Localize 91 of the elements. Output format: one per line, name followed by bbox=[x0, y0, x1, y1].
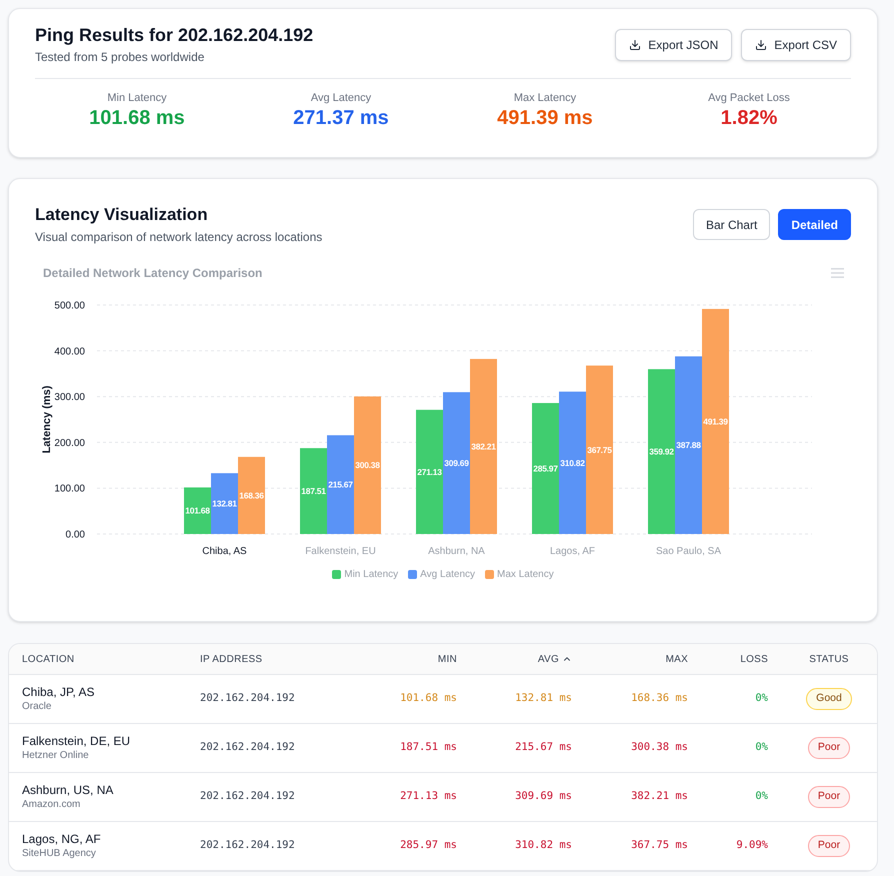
data-label: 387.88 bbox=[676, 440, 701, 450]
axis-tick-label: 100.00 bbox=[54, 484, 85, 495]
axis-tick-label: 200.00 bbox=[54, 438, 85, 449]
axis-tick-label: 300.00 bbox=[54, 392, 85, 404]
download-icon bbox=[629, 39, 642, 51]
stat-value: 1.82% bbox=[720, 106, 778, 131]
chart-title: Detailed Network Latency Comparison bbox=[43, 265, 262, 282]
status-badge: Poor bbox=[808, 786, 850, 808]
data-label: 132.81 bbox=[212, 498, 237, 509]
ip-address: 202.162.204.192 bbox=[200, 789, 295, 804]
bar bbox=[211, 473, 238, 534]
status-badge: Poor bbox=[808, 835, 850, 857]
category-label: Ashburn, NA bbox=[428, 546, 485, 557]
data-label: 168.36 bbox=[239, 490, 264, 500]
provider-name: Oracle bbox=[22, 700, 52, 713]
location-name: Chiba, JP, AS bbox=[22, 685, 96, 700]
data-label: 285.97 bbox=[533, 464, 558, 474]
card-subtitle: Visual comparison of network latency across locations bbox=[35, 229, 322, 245]
data-label: 187.51 bbox=[301, 486, 326, 496]
data-label: 382.21 bbox=[471, 441, 496, 452]
download-icon bbox=[755, 39, 768, 51]
menu-icon[interactable] bbox=[831, 268, 844, 278]
view-toggle-button[interactable]: Detailed bbox=[778, 209, 851, 240]
column-header[interactable]: MIN bbox=[438, 652, 457, 666]
bar bbox=[184, 487, 211, 534]
data-label: 310.82 bbox=[560, 458, 585, 468]
data-label: 491.39 bbox=[703, 416, 728, 426]
view-toggle-button[interactable]: Bar Chart bbox=[692, 209, 770, 240]
column-header[interactable]: IP ADDRESS bbox=[200, 652, 262, 666]
latency-value: 309.69 ms bbox=[515, 789, 572, 804]
legend-label: Min Latency bbox=[344, 568, 398, 582]
latency-value: 187.51 ms bbox=[400, 740, 457, 756]
column-header[interactable]: MAX bbox=[666, 652, 688, 666]
ip-address: 202.162.204.192 bbox=[200, 740, 295, 756]
category-label: Falkenstein, EU bbox=[305, 546, 376, 557]
packet-loss-value: 0% bbox=[755, 789, 768, 804]
data-label: 309.69 bbox=[444, 458, 469, 468]
packet-loss-value: 9.09% bbox=[736, 838, 768, 854]
axis-tick-label: 500.00 bbox=[54, 300, 85, 312]
stat-value: 271.37 ms bbox=[293, 106, 389, 131]
provider-name: SiteHUB Agency bbox=[22, 847, 97, 860]
latency-value: 382.21 ms bbox=[631, 789, 688, 804]
provider-name: Hetzner Online bbox=[22, 749, 90, 762]
card-subtitle: Tested from 5 probes worldwide bbox=[35, 49, 206, 65]
latency-value: 168.36 ms bbox=[631, 691, 688, 706]
export-button[interactable]: Export CSV bbox=[741, 29, 851, 61]
column-header[interactable]: LOCATION bbox=[22, 652, 74, 666]
legend-label: Max Latency bbox=[497, 568, 554, 582]
card-title: Latency Visualization bbox=[35, 204, 209, 226]
axis-tick-label: 400.00 bbox=[54, 346, 85, 358]
column-header[interactable]: LOSS bbox=[740, 652, 768, 666]
ip-address: 202.162.204.192 bbox=[200, 691, 295, 706]
status-badge: Poor bbox=[808, 737, 850, 759]
stat-label: Avg Packet Loss bbox=[708, 91, 790, 105]
column-header[interactable]: STATUS bbox=[809, 652, 849, 666]
category-label: Sao Paulo, SA bbox=[656, 546, 722, 557]
ip-address: 202.162.204.192 bbox=[200, 838, 295, 854]
latency-value: 215.67 ms bbox=[515, 740, 572, 756]
data-label: 359.92 bbox=[649, 446, 674, 457]
stat-value: 491.39 ms bbox=[497, 106, 593, 131]
stat-value: 101.68 ms bbox=[89, 106, 185, 131]
latency-value: 310.82 ms bbox=[515, 838, 572, 854]
latency-value: 132.81 ms bbox=[515, 691, 572, 706]
latency-value: 101.68 ms bbox=[400, 691, 457, 706]
latency-value: 367.75 ms bbox=[631, 838, 688, 854]
data-label: 271.13 bbox=[417, 466, 442, 477]
data-label: 300.38 bbox=[355, 460, 380, 470]
provider-name: Amazon.com bbox=[22, 798, 82, 811]
location-name: Ashburn, US, NA bbox=[22, 783, 114, 798]
card-title: Ping Results for 202.162.204.192 bbox=[35, 24, 314, 47]
column-header[interactable]: AVG bbox=[538, 652, 572, 666]
legend-label: Avg Latency bbox=[420, 568, 476, 582]
category-label: Chiba, AS bbox=[202, 546, 247, 557]
axis-tick-label: 0.00 bbox=[66, 530, 85, 540]
stat-label: Max Latency bbox=[514, 91, 576, 105]
packet-loss-value: 0% bbox=[755, 691, 768, 706]
category-label: Lagos, AF bbox=[550, 546, 596, 557]
data-label: 367.75 bbox=[587, 444, 612, 455]
stat-label: Avg Latency bbox=[310, 91, 372, 105]
latency-value: 300.38 ms bbox=[631, 740, 688, 756]
status-badge: Good bbox=[806, 688, 852, 710]
latency-value: 271.13 ms bbox=[400, 789, 457, 804]
data-label: 101.68 bbox=[185, 506, 210, 516]
latency-value: 285.97 ms bbox=[400, 838, 457, 854]
location-name: Falkenstein, DE, EU bbox=[22, 734, 132, 749]
axis-title: Latency (ms) bbox=[41, 386, 53, 454]
export-button[interactable]: Export JSON bbox=[615, 29, 732, 61]
location-name: Lagos, NG, AF bbox=[22, 832, 102, 847]
data-label: 215.67 bbox=[328, 480, 353, 490]
stat-label: Min Latency bbox=[107, 91, 167, 105]
packet-loss-value: 0% bbox=[755, 740, 768, 756]
